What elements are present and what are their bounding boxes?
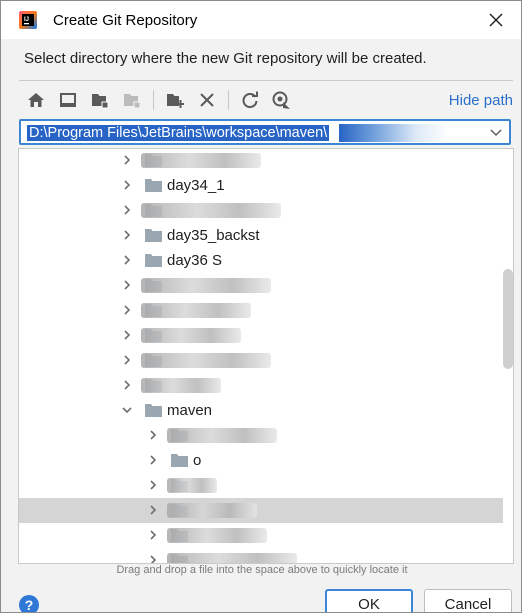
tree-row[interactable] bbox=[19, 348, 503, 373]
chevron-down-icon[interactable] bbox=[489, 127, 503, 139]
redacted-region bbox=[141, 378, 221, 393]
chevron-right-icon[interactable] bbox=[147, 429, 159, 441]
redacted-region bbox=[141, 353, 271, 368]
chevron-right-icon[interactable] bbox=[121, 229, 133, 241]
chevron-right-icon[interactable] bbox=[121, 204, 133, 216]
redacted-region bbox=[141, 153, 261, 168]
folder-icon bbox=[145, 229, 162, 242]
folder-icon bbox=[145, 404, 162, 417]
redacted-region bbox=[167, 528, 267, 543]
module-directory-button[interactable] bbox=[121, 89, 143, 111]
folder-icon bbox=[171, 454, 188, 467]
tree-row[interactable]: day35_backst bbox=[19, 223, 503, 248]
delete-icon bbox=[200, 93, 214, 107]
project-directory-button[interactable] bbox=[89, 89, 111, 111]
chevron-right-icon[interactable] bbox=[121, 354, 133, 366]
folder-icon bbox=[145, 254, 162, 267]
tree-row[interactable] bbox=[19, 198, 503, 223]
divider bbox=[19, 80, 513, 81]
tree-row[interactable] bbox=[19, 373, 503, 398]
tree-row[interactable] bbox=[19, 323, 503, 348]
tree-row[interactable] bbox=[19, 298, 503, 323]
toolbar-separator bbox=[153, 90, 154, 110]
cancel-button[interactable]: Cancel bbox=[424, 589, 512, 612]
path-input[interactable]: D:\Program Files\JetBrains\workspace\mav… bbox=[27, 125, 330, 141]
chevron-right-icon[interactable] bbox=[147, 554, 159, 564]
vertical-scrollbar[interactable] bbox=[503, 269, 513, 369]
chevron-right-icon[interactable] bbox=[121, 304, 133, 316]
redacted-region bbox=[141, 203, 281, 218]
home-button[interactable] bbox=[25, 89, 47, 111]
tree-row[interactable] bbox=[19, 473, 503, 498]
window-title: Create Git Repository bbox=[53, 12, 198, 29]
close-icon bbox=[489, 13, 503, 27]
redacted-region bbox=[167, 553, 297, 563]
tree-row[interactable] bbox=[19, 423, 503, 448]
tree-item-label: day36 S bbox=[167, 252, 223, 269]
chevron-right-icon[interactable] bbox=[121, 254, 133, 266]
tree-row[interactable]: day36 S bbox=[19, 248, 503, 273]
new-folder-button[interactable] bbox=[164, 89, 186, 111]
folder-icon bbox=[145, 179, 162, 192]
redacted-region bbox=[167, 478, 217, 493]
ok-button[interactable]: OK bbox=[325, 589, 413, 612]
chevron-right-icon[interactable] bbox=[147, 529, 159, 541]
chevron-right-icon[interactable] bbox=[147, 479, 159, 491]
desktop-icon bbox=[60, 93, 76, 107]
tree-item-label: day35_backst bbox=[167, 227, 260, 244]
tree-row[interactable]: o bbox=[19, 448, 503, 473]
tree-row[interactable] bbox=[19, 149, 503, 173]
dialog-description: Select directory where the new Git repos… bbox=[24, 50, 427, 67]
show-hidden-files-button[interactable] bbox=[271, 89, 293, 111]
file-chooser-toolbar bbox=[25, 89, 303, 111]
redacted-region bbox=[167, 428, 277, 443]
module-folder-icon bbox=[124, 94, 141, 109]
path-combobox[interactable]: D:\Program Files\JetBrains\workspace\mav… bbox=[19, 119, 511, 145]
show-hidden-icon bbox=[272, 91, 290, 109]
tree-row[interactable] bbox=[19, 273, 503, 298]
tree-item-label: o bbox=[193, 452, 202, 469]
tree-row[interactable]: maven bbox=[19, 398, 503, 423]
chevron-down-icon[interactable] bbox=[121, 404, 133, 416]
new-folder-icon bbox=[167, 94, 184, 108]
close-button[interactable] bbox=[483, 7, 509, 33]
refresh-icon bbox=[242, 91, 258, 108]
toolbar-separator bbox=[228, 90, 229, 110]
desktop-button[interactable] bbox=[57, 89, 79, 111]
home-icon bbox=[28, 93, 44, 107]
redacted-region bbox=[141, 278, 271, 293]
redacted-region bbox=[141, 328, 241, 343]
chevron-right-icon[interactable] bbox=[121, 179, 133, 191]
tree-row[interactable]: day34_1 bbox=[19, 173, 503, 198]
drag-drop-hint: Drag and drop a file into the space abov… bbox=[116, 564, 408, 576]
redacted-region bbox=[167, 503, 257, 518]
intellij-app-icon: IJ bbox=[19, 11, 37, 29]
chevron-right-icon[interactable] bbox=[147, 454, 159, 466]
help-button[interactable]: ? bbox=[19, 595, 39, 612]
tree-row[interactable] bbox=[19, 498, 503, 523]
refresh-button[interactable] bbox=[239, 89, 261, 111]
chevron-right-icon[interactable] bbox=[121, 329, 133, 341]
redacted-region bbox=[339, 124, 449, 142]
tree-row[interactable] bbox=[19, 548, 503, 564]
tree-item-label: day34_1 bbox=[167, 177, 225, 194]
chevron-right-icon[interactable] bbox=[121, 154, 133, 166]
delete-button[interactable] bbox=[196, 89, 218, 111]
hide-path-link[interactable]: Hide path bbox=[449, 92, 513, 109]
directory-tree[interactable]: day34_1 day35_backst day36 S maven o bbox=[18, 148, 514, 564]
redacted-region bbox=[141, 303, 251, 318]
chevron-right-icon[interactable] bbox=[147, 504, 159, 516]
svg-text:IJ: IJ bbox=[24, 17, 29, 23]
tree-item-label: maven bbox=[167, 402, 213, 419]
chevron-right-icon[interactable] bbox=[121, 279, 133, 291]
chevron-right-icon[interactable] bbox=[121, 379, 133, 391]
tree-row[interactable] bbox=[19, 523, 503, 548]
create-git-repository-dialog: IJ Create Git Repository Select director… bbox=[0, 0, 522, 613]
title-bar: IJ Create Git Repository bbox=[1, 1, 521, 39]
project-folder-icon bbox=[92, 94, 109, 109]
